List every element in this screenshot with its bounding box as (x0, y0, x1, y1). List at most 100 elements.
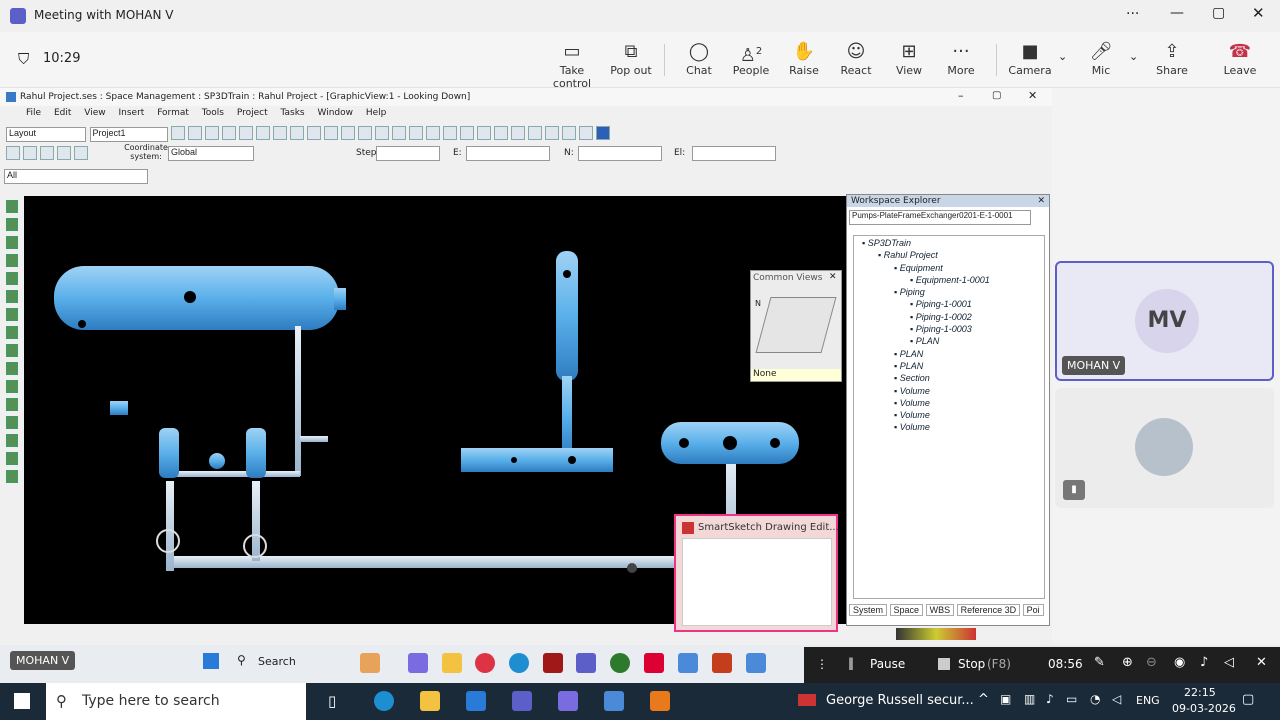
select-tool-icon[interactable] (6, 200, 18, 213)
teams-icon[interactable] (512, 691, 532, 711)
3d-app-icon[interactable] (604, 691, 624, 711)
mic-button[interactable]: 🎤︎ Mic (1069, 40, 1133, 84)
tab-poi[interactable]: Poi (1022, 604, 1044, 616)
chrome-icon[interactable] (475, 653, 495, 673)
tree-item[interactable]: ▪ Volume (856, 397, 1042, 409)
heat-exchanger[interactable] (461, 448, 613, 472)
menu-view[interactable]: View (84, 108, 105, 118)
store-icon[interactable] (466, 691, 486, 711)
taskbar-clock-date[interactable]: 09-03-2026 (1172, 702, 1236, 715)
refresh-icon[interactable] (341, 126, 355, 140)
horizontal-drum[interactable] (661, 422, 799, 464)
common-views-close-icon[interactable]: ✕ (829, 272, 837, 282)
participant-tile[interactable]: MV MOHAN V (1055, 261, 1274, 381)
video-tile[interactable]: ▮ (1055, 388, 1274, 508)
3d-app-icon[interactable] (746, 653, 766, 673)
mic-icon[interactable]: ♪ (1200, 655, 1208, 670)
tool-icon[interactable] (6, 362, 18, 375)
tray-icon[interactable]: ▥ (1024, 692, 1035, 706)
app-icon[interactable] (360, 653, 380, 673)
edge-icon[interactable] (374, 691, 394, 711)
elevation-input[interactable] (692, 146, 776, 161)
3d-app-icon[interactable] (678, 653, 698, 673)
zoom-out-icon[interactable]: ⊖ (1146, 655, 1157, 670)
wifi-icon[interactable]: ◔ (1090, 692, 1100, 706)
new-icon[interactable] (171, 126, 185, 140)
open-icon[interactable] (188, 126, 202, 140)
tool-icon[interactable] (6, 470, 18, 483)
vertical-column[interactable] (556, 251, 578, 456)
tool-icon[interactable] (6, 236, 18, 249)
pen-icon[interactable]: ✎ (1094, 655, 1105, 670)
menu-file[interactable]: File (26, 108, 41, 118)
menu-format[interactable]: Format (157, 108, 189, 118)
pause-button[interactable]: Pause (870, 657, 905, 671)
app-maximize-button[interactable]: ▢ (992, 90, 1001, 101)
tool-icon[interactable] (6, 380, 18, 393)
coordinate-system-select[interactable]: Global (168, 146, 254, 161)
north-input[interactable] (578, 146, 662, 161)
menu-tasks[interactable]: Tasks (281, 108, 305, 118)
app-minimize-button[interactable]: – (958, 89, 964, 102)
tab-space[interactable]: Space (889, 604, 924, 616)
tool-icon[interactable] (6, 434, 18, 447)
tool-icon[interactable] (443, 126, 457, 140)
tree-item[interactable]: ▪ PLAN (856, 348, 1042, 360)
app-icon[interactable] (650, 691, 670, 711)
tree-item[interactable]: ▪ SP3DTrain (856, 237, 1042, 249)
app-icon[interactable] (543, 653, 563, 673)
tree-item[interactable]: ▪ PLAN (856, 360, 1042, 372)
layout-select[interactable]: Layout (6, 127, 86, 142)
tool-icon[interactable] (74, 146, 88, 160)
workspace-filter-select[interactable]: Pumps-PlateFrameExchanger0201-E-1-0001 (849, 210, 1031, 225)
menu-help[interactable]: Help (366, 108, 387, 118)
share-button[interactable]: ⇪ Share (1140, 40, 1204, 84)
menu-edit[interactable]: Edit (54, 108, 71, 118)
tool-icon[interactable] (375, 126, 389, 140)
drag-handle-icon[interactable]: ⋮ (816, 657, 828, 671)
copy-icon[interactable] (256, 126, 270, 140)
tree-item[interactable]: ▪ Equipment-1-0001 (856, 274, 1042, 286)
tab-wbs[interactable]: WBS (925, 604, 955, 616)
tree-item[interactable]: ▪ Volume (856, 409, 1042, 421)
tab-system[interactable]: System (849, 604, 888, 616)
stop-button[interactable]: Stop (958, 657, 985, 671)
tree-item[interactable]: ▪ Volume (856, 385, 1042, 397)
fit-icon[interactable] (545, 126, 559, 140)
tool-icon[interactable] (40, 146, 54, 160)
eye-icon[interactable]: ◉ (1174, 655, 1185, 670)
pumps[interactable] (110, 401, 267, 558)
file-explorer-icon[interactable] (420, 691, 440, 711)
view-icon[interactable] (562, 126, 576, 140)
redo-icon[interactable] (324, 126, 338, 140)
tree-item[interactable]: ▪ PLAN (856, 335, 1042, 347)
tree-item[interactable]: ▪ Equipment (856, 262, 1042, 274)
app-close-button[interactable]: ✕ (1028, 89, 1037, 102)
tab-reference-3d[interactable]: Reference 3D (956, 604, 1021, 616)
tool-icon[interactable] (6, 416, 18, 429)
workspace-tree[interactable]: ▪ SP3DTrain ▪ Rahul Project ▪ Equipment … (853, 235, 1045, 599)
tool-icon[interactable] (477, 126, 491, 140)
tool-icon[interactable] (426, 126, 440, 140)
xbox-icon[interactable] (610, 653, 630, 673)
tool-icon[interactable] (6, 452, 18, 465)
shared-search-label[interactable]: Search (258, 655, 296, 668)
menu-project[interactable]: Project (237, 108, 268, 118)
tree-item[interactable]: ▪ Rahul Project (856, 249, 1042, 261)
app-icon[interactable] (644, 653, 664, 673)
tool-icon[interactable] (392, 126, 406, 140)
horizontal-vessel[interactable] (54, 266, 346, 330)
save-icon[interactable] (205, 126, 219, 140)
help-icon[interactable] (596, 126, 610, 140)
taskbar-search-box[interactable]: ⚲ Type here to search (46, 683, 306, 720)
leave-button[interactable]: ☎ Leave (1208, 40, 1272, 84)
show-hidden-icons-icon[interactable]: ^ (978, 692, 989, 707)
tool-icon[interactable] (6, 344, 18, 357)
tool-icon[interactable] (6, 272, 18, 285)
tool-icon[interactable] (6, 146, 20, 160)
edge-icon[interactable] (509, 653, 529, 673)
tool-icon[interactable] (6, 308, 18, 321)
tool-icon[interactable] (57, 146, 71, 160)
tree-item[interactable]: ▪ Piping-1-0001 (856, 298, 1042, 310)
tool-icon[interactable] (409, 126, 423, 140)
